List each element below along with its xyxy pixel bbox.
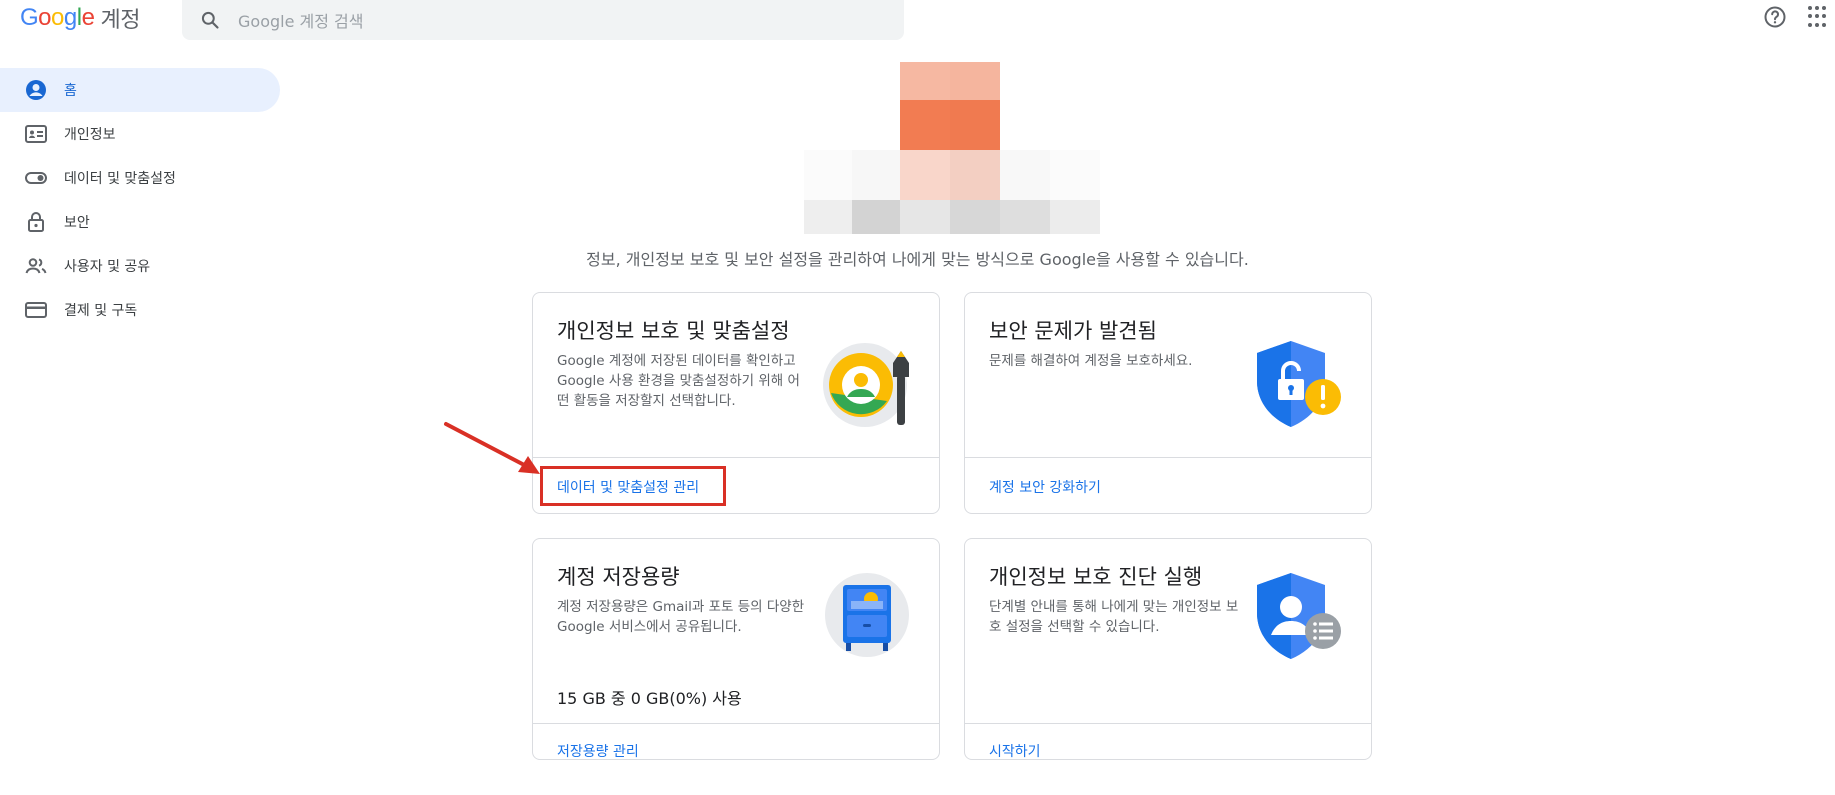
search-input[interactable]: Google 계정 검색 xyxy=(238,8,363,32)
privacy-checkup-card: 개인정보 보호 진단 실행 단계별 안내를 통해 나에게 맞는 개인정보 보호 … xyxy=(964,538,1372,760)
highlight-box xyxy=(540,466,726,506)
id-card-icon xyxy=(24,122,48,146)
help-icon[interactable] xyxy=(1763,5,1787,29)
security-issues-card: 보안 문제가 발견됨 문제를 해결하여 계정을 보호하세요. 계정 보안 강화하… xyxy=(964,292,1372,514)
privacy-personalization-icon xyxy=(819,335,915,431)
card-body: 보안 문제가 발견됨 문제를 해결하여 계정을 보호하세요. xyxy=(989,317,1239,371)
people-icon xyxy=(24,254,48,278)
card-title: 보안 문제가 발견됨 xyxy=(989,319,1157,343)
card-divider xyxy=(533,457,939,458)
google-account-logo[interactable]: Google 계정 xyxy=(20,2,140,34)
start-privacy-checkup-link[interactable]: 시작하기 xyxy=(989,741,1041,761)
product-name: 계정 xyxy=(100,8,140,33)
sidebar-item-label: 데이터 및 맞춤설정 xyxy=(64,171,176,187)
logo-letter: o xyxy=(38,4,52,31)
logo-letter: o xyxy=(51,4,64,31)
avatar xyxy=(804,62,1100,234)
apps-grid-icon[interactable] xyxy=(1808,6,1830,28)
logo-letter: e xyxy=(81,4,95,31)
page-tagline: 정보, 개인정보 보호 및 보안 설정을 관리하여 나에게 맞는 방식으로 Go… xyxy=(586,250,1249,269)
privacy-checkup-shield-icon xyxy=(1251,567,1347,663)
card-body: 개인정보 보호 진단 실행 단계별 안내를 통해 나에게 맞는 개인정보 보호 … xyxy=(989,563,1239,637)
card-description: 계정 저장용량은 Gmail과 포토 등의 다양한 Google 서비스에서 공… xyxy=(557,599,805,635)
card-divider xyxy=(533,723,939,724)
sidebar-item-security[interactable]: 보안 xyxy=(0,200,280,244)
lock-icon xyxy=(24,210,48,234)
search-icon[interactable] xyxy=(182,10,238,30)
sidebar-item-payments[interactable]: 결제 및 구독 xyxy=(0,288,280,332)
logo-letter: G xyxy=(20,4,39,31)
sidebar-nav: 홈 개인정보 데이터 및 맞춤설정 보안 사용자 및 공유 결제 및 구독 xyxy=(0,68,280,332)
annotation-arrow-icon xyxy=(440,420,550,480)
card-body: 개인정보 보호 및 맞춤설정 Google 계정에 저장된 데이터를 확인하고 … xyxy=(557,317,807,411)
sidebar-item-label: 보안 xyxy=(64,215,90,231)
manage-storage-link[interactable]: 저장용량 관리 xyxy=(557,741,639,761)
account-storage-card: 계정 저장용량 계정 저장용량은 Gmail과 포토 등의 다양한 Google… xyxy=(532,538,940,760)
card-title: 계정 저장용량 xyxy=(557,565,680,589)
search-bar[interactable]: Google 계정 검색 xyxy=(182,0,904,40)
card-title: 개인정보 보호 및 맞춤설정 xyxy=(557,319,790,343)
toggle-icon xyxy=(24,166,48,190)
account-circle-icon xyxy=(24,78,48,102)
sidebar-item-home[interactable]: 홈 xyxy=(0,68,280,112)
credit-card-icon xyxy=(24,298,48,322)
storage-cabinet-icon xyxy=(819,567,915,663)
sidebar-item-label: 사용자 및 공유 xyxy=(64,259,151,275)
card-body: 계정 저장용량 계정 저장용량은 Gmail과 포토 등의 다양한 Google… xyxy=(557,563,807,637)
sidebar-item-data-personalization[interactable]: 데이터 및 맞춤설정 xyxy=(0,156,280,200)
storage-usage: 15 GB 중 0 GB(0%) 사용 xyxy=(557,689,742,708)
security-alert-shield-icon xyxy=(1251,335,1347,431)
sidebar-item-label: 결제 및 구독 xyxy=(64,303,138,319)
logo-letter: g xyxy=(63,4,77,31)
card-divider xyxy=(965,457,1371,458)
sidebar-item-label: 홈 xyxy=(64,83,77,99)
card-description: 문제를 해결하여 계정을 보호하세요. xyxy=(989,353,1193,369)
card-description: 단계별 안내를 통해 나에게 맞는 개인정보 보호 설정을 선택할 수 있습니다… xyxy=(989,599,1239,635)
card-description: Google 계정에 저장된 데이터를 확인하고 Google 사용 환경을 맞… xyxy=(557,353,800,409)
sidebar-item-label: 개인정보 xyxy=(64,127,116,143)
sidebar-item-personal-info[interactable]: 개인정보 xyxy=(0,112,280,156)
strengthen-security-link[interactable]: 계정 보안 강화하기 xyxy=(989,477,1101,497)
card-divider xyxy=(965,723,1371,724)
sidebar-item-people-sharing[interactable]: 사용자 및 공유 xyxy=(0,244,280,288)
card-title: 개인정보 보호 진단 실행 xyxy=(989,565,1203,589)
